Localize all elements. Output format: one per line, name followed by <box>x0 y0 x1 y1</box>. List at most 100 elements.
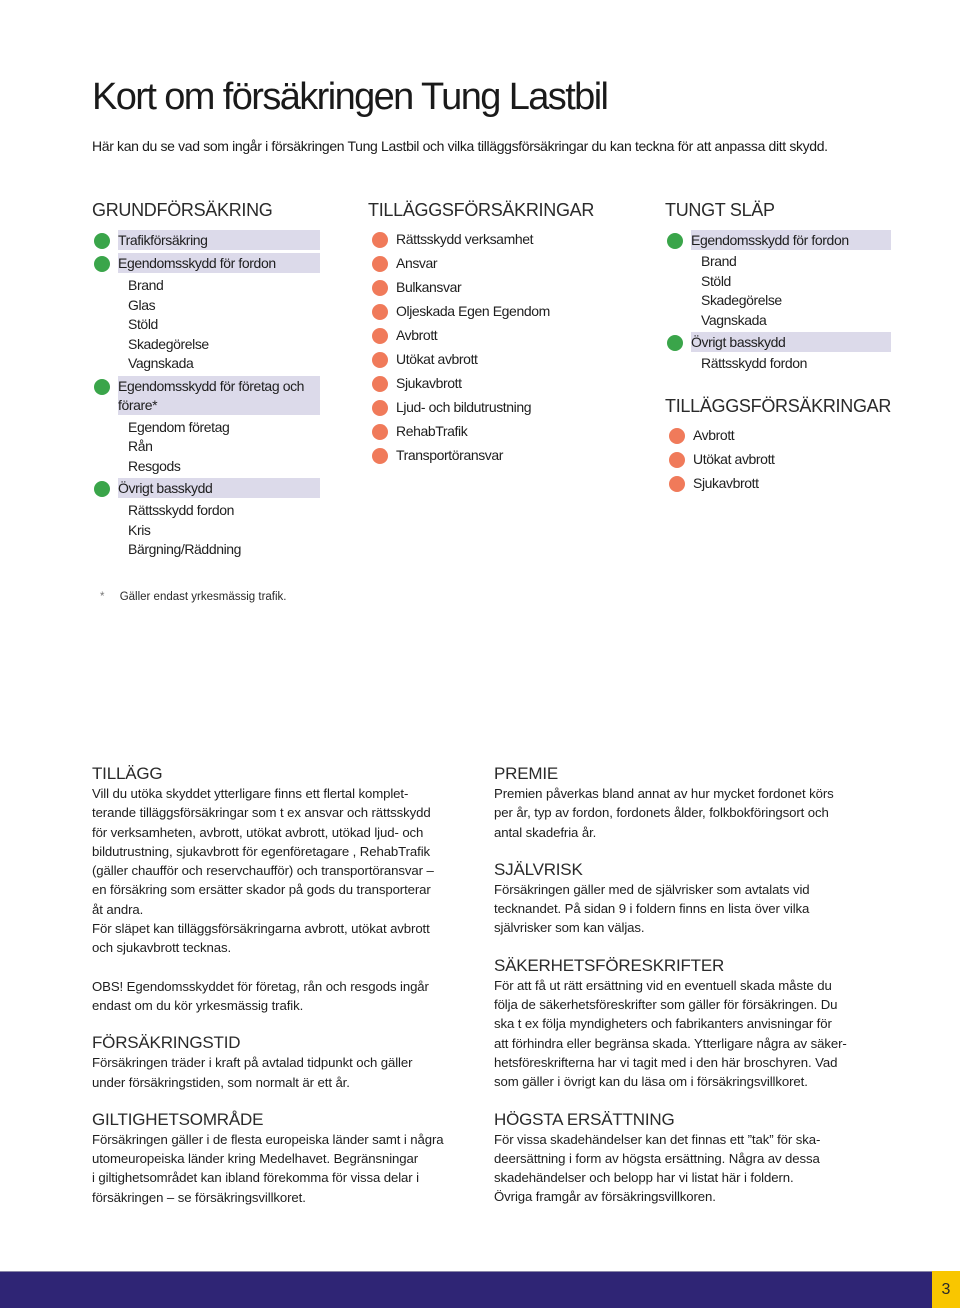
info-section-body: För att få ut rätt ersättning vid en eve… <box>494 977 847 1090</box>
coverage-group: Egendomsskydd för fordon <box>665 230 895 250</box>
addon-bullet-icon <box>669 475 685 492</box>
addon-item: Sjukavbrott <box>665 474 895 498</box>
info-section: SJÄLVRISK Försäkringen gäller med de själ… <box>494 860 879 938</box>
footnote-marker: * <box>100 591 105 603</box>
addon-bullet-icon <box>372 400 388 416</box>
addon-bullet-icon <box>372 352 388 368</box>
intro-text: Här kan du se vad som ingår i försäkring… <box>92 138 828 154</box>
info-section-body: Försäkringen träder i kraft på avtalad t… <box>92 1055 413 1090</box>
info-section: PREMIE Premien påverkas bland annat av hu… <box>494 764 879 842</box>
footnote: * Gäller endast yrkesmässig trafik. <box>100 591 287 603</box>
included-bullet-icon <box>94 378 110 395</box>
addon-item: Oljeskada Egen Egendom <box>368 302 608 326</box>
addon-bullet-icon <box>372 232 388 248</box>
addon-bullet-icon <box>669 427 685 444</box>
info-section-body: För vissa skadehändelser kan det finnas … <box>494 1131 821 1205</box>
grundforsakring-heading: GRUNDFÖRSÄKRING <box>92 200 273 220</box>
info-section-heading: SJÄLVRISK <box>494 859 583 879</box>
coverage-sub-item: Glas <box>128 296 156 313</box>
coverage-group-label: Egendomsskydd för fordon <box>118 253 320 273</box>
footnote-text: Gäller endast yrkesmässig trafik. <box>119 591 287 603</box>
included-bullet-icon <box>667 233 683 249</box>
addon-bullet-icon <box>372 280 388 296</box>
addon-item: Sjukavbrott <box>368 374 608 398</box>
addon-item-label: Ljud- och bildutrustning <box>396 399 532 415</box>
info-section: TILLÄGG Vill du utöka skyddet ytterligare… <box>92 764 477 1015</box>
addon-item-label: Bulkansvar <box>396 279 462 295</box>
included-bullet-icon <box>94 256 110 272</box>
addon-item-label: Rättsskydd verksamhet <box>396 231 534 247</box>
included-bullet-icon <box>94 481 110 497</box>
coverage-sub-item: Vagnskada <box>128 355 194 371</box>
addon-item: Utökat avbrott <box>665 450 895 474</box>
addon-item-label: Avbrott <box>396 327 438 343</box>
grundforsakring-list: Trafikförsäkring Egendomsskydd för fordon… <box>92 230 322 560</box>
coverage-sub-item: Rån <box>128 438 153 454</box>
info-section-heading: TILLÄGG <box>92 764 163 783</box>
coverage-sub-item: Vagnskada <box>701 311 767 328</box>
tillaggsforsakringar-list: Rättsskydd verksamhet Ansvar Bulkansvar Olj… <box>368 230 608 470</box>
coverage-sub-list: Egendom företag Rån Resgods <box>128 418 322 477</box>
addon-item-label: Avbrott <box>693 426 735 443</box>
addon-item: Ansvar <box>368 254 608 278</box>
addon-item-label: Transportöransvar <box>396 447 504 463</box>
addon-bullet-icon <box>669 451 685 468</box>
addon-item-label: Sjukavbrott <box>693 474 759 491</box>
addon-item-label: Utökat avbrott <box>693 450 775 467</box>
coverage-group-label: Egendomsskydd för fordon <box>691 230 891 250</box>
info-section: SÄKERHETSFÖRESKRIFTER För att få ut rätt … <box>494 956 879 1092</box>
info-section-heading: GILTIGHETSOMRÅDE <box>92 1109 264 1129</box>
coverage-sub-item: Resgods <box>128 457 181 474</box>
coverage-sub-item: Egendom företag <box>128 418 230 435</box>
tungt-slap-column: TUNGT SLÄP Egendomsskydd för fordon Brand… <box>665 198 895 498</box>
addon-item-label: RehabTrafik <box>396 423 468 439</box>
page-title: Kort om försäkringen Tung Lastbil <box>92 76 609 118</box>
tungt-slap-heading: TUNGT SLÄP <box>665 200 775 220</box>
info-section-body: Försäkringen gäller i de flesta europeis… <box>92 1131 444 1205</box>
coverage-sub-item: Brand <box>128 277 164 293</box>
coverage-group: Trafikförsäkring <box>92 230 322 250</box>
included-bullet-icon <box>94 233 110 249</box>
addon-bullet-icon <box>372 424 388 440</box>
info-section-note: OBS! Egendomsskyddet för företag, rån oc… <box>92 978 429 1013</box>
coverage-sub-item: Stöld <box>701 272 731 289</box>
addon-item: RehabTrafik <box>368 422 608 446</box>
info-section-body: Försäkringen gäller med de självrisker s… <box>494 881 810 936</box>
coverage-group: Övrigt basskydd <box>665 332 895 352</box>
addon-item-label: Ansvar <box>396 255 438 271</box>
addon-item: Avbrott <box>665 426 895 450</box>
info-section-body: Premien påverkas bland annat av hur myck… <box>494 786 834 840</box>
included-bullet-icon <box>667 335 683 351</box>
addon-bullet-icon <box>372 256 388 272</box>
coverage-sub-list: Brand Stöld Skadegörelse Vagnskada <box>701 252 895 330</box>
info-section-heading: HÖGSTA ERSÄTTNING <box>494 1109 675 1129</box>
addon-bullet-icon <box>372 304 388 320</box>
addon-bullet-icon <box>372 328 388 344</box>
addon-item: Avbrott <box>368 326 608 350</box>
coverage-group: Egendomsskydd för fordon <box>92 253 322 273</box>
coverage-sub-item: Stöld <box>128 316 158 332</box>
addon-item-label: Utökat avbrott <box>396 351 478 367</box>
addon-item: Transportöransvar <box>368 446 608 470</box>
coverage-sub-item: Skadegörelse <box>128 335 209 352</box>
info-section: FÖRSÄKRINGSTID Försäkringen träder i kraf… <box>92 1033 477 1092</box>
info-sections-left: TILLÄGG Vill du utöka skyddet ytterligare… <box>92 764 477 1225</box>
coverage-sub-item: Rättsskydd fordon <box>128 502 235 518</box>
tillaggsforsakringar-column: TILLÄGGSFÖRSÄKRINGAR Rättsskydd verksamh… <box>368 198 608 470</box>
addon-item-label: Oljeskada Egen Egendom <box>396 303 550 319</box>
tungt-slap-list: Egendomsskydd för fordon Brand Stöld Skadeg… <box>665 230 895 374</box>
tungt-slap-addons-list: Avbrott Utökat avbrott Sjukavbrott <box>665 426 895 498</box>
coverage-sub-list: Rättsskydd fordon <box>701 354 895 374</box>
addon-item: Ljud- och bildutrustning <box>368 398 608 422</box>
info-section-heading: PREMIE <box>494 764 558 783</box>
grundforsakring-column: GRUNDFÖRSÄKRING Trafikförsäkring Egendoms… <box>92 198 322 562</box>
info-section-heading: FÖRSÄKRINGSTID <box>92 1033 241 1053</box>
coverage-group-label: Övrigt basskydd <box>118 478 320 498</box>
tungt-slap-addons-heading: TILLÄGGSFÖRSÄKRINGAR <box>665 395 892 416</box>
coverage-group-label: Trafikförsäkring <box>118 230 320 250</box>
addon-item: Utökat avbrott <box>368 350 608 374</box>
coverage-sub-item: Rättsskydd fordon <box>701 355 808 371</box>
coverage-sub-list: Brand Glas Stöld Skadegörelse Vagnskada <box>128 276 322 374</box>
coverage-sub-item: Brand <box>701 253 737 269</box>
footer-bar <box>0 1271 932 1308</box>
